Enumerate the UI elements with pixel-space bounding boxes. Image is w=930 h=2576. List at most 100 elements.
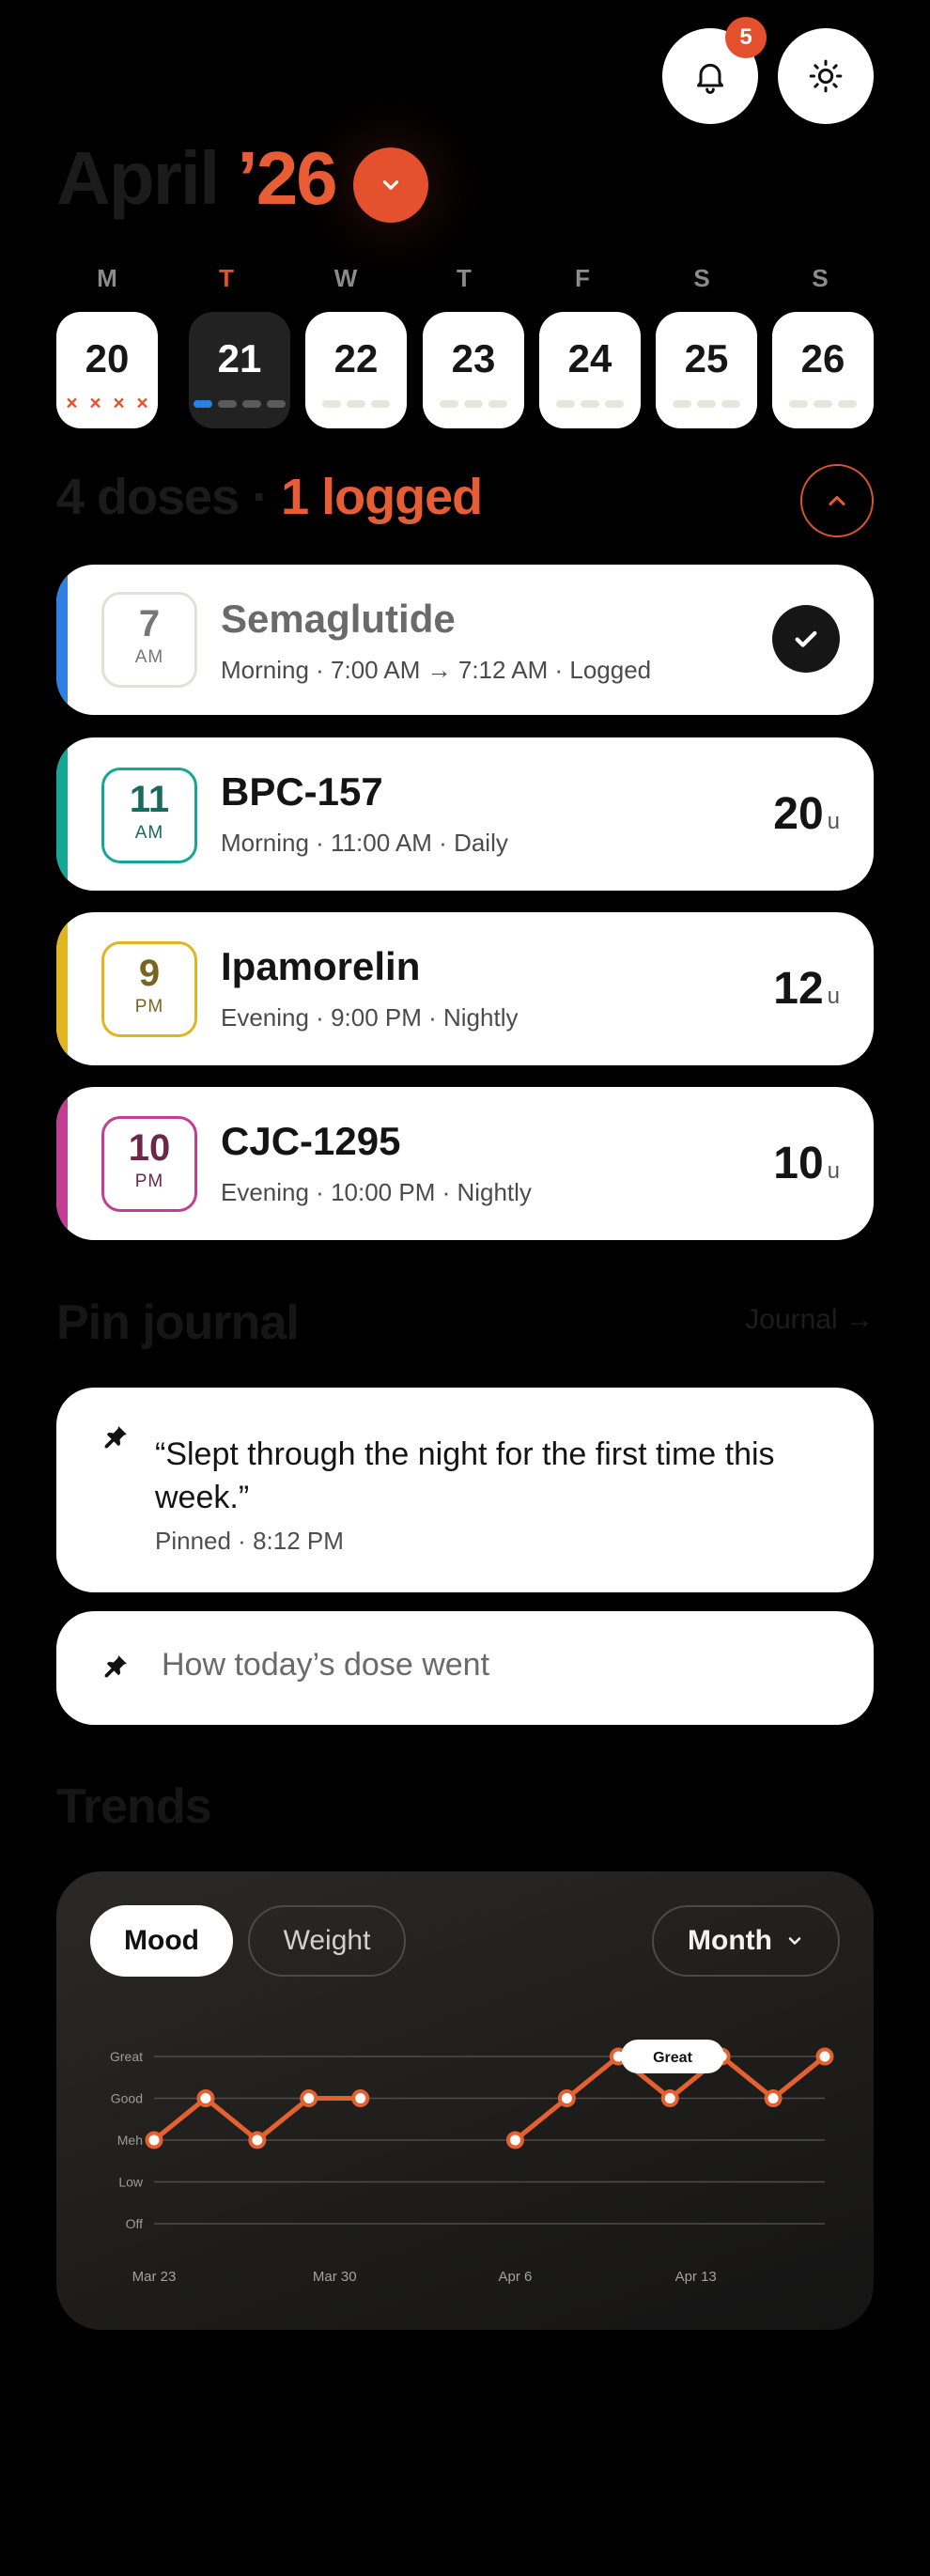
day-number: 20	[85, 336, 130, 380]
theme-toggle-button[interactable]	[778, 28, 874, 124]
x-tick-label: Apr 6	[499, 2269, 533, 2285]
day-cell[interactable]: 20 × × × ×	[56, 312, 158, 428]
dose-time-badge: 9 PM	[101, 941, 197, 1037]
trends-card: Mood Weight Month Off Low Meh Good Great Mar …	[56, 1871, 874, 2330]
x-tick-label: Mar 30	[313, 2269, 357, 2285]
day-number: 21	[217, 336, 262, 380]
dose-dot	[322, 400, 341, 408]
dose-name: Ipamorelin	[221, 944, 421, 988]
logged-check-button[interactable]	[772, 605, 840, 673]
weekday-label: W	[333, 264, 358, 292]
notification-badge: 5	[725, 17, 767, 58]
dose-amount-unit: u	[827, 809, 840, 834]
dose-pending-dot	[267, 400, 286, 408]
dose-dot	[697, 400, 716, 408]
dose-dots	[656, 395, 757, 408]
dose-color-stripe	[56, 565, 68, 715]
dose-time-badge: 11 AM	[101, 768, 197, 863]
weekday-label: F	[575, 264, 590, 292]
pinned-meta: Pinned · 8:12 PM	[155, 1527, 344, 1555]
pinned-quote: “Slept through the night for the first t…	[155, 1436, 775, 1515]
mood-chart: Off Low Meh Good Great Mar 23 Mar 30 Apr 6 Apr 1…	[110, 2040, 834, 2285]
month-title: April ’26	[56, 132, 338, 225]
dose-dot	[371, 400, 390, 408]
day-cell[interactable]: 26	[772, 312, 874, 428]
y-tick-label: Off	[126, 2216, 144, 2231]
pin-icon	[104, 1426, 127, 1449]
missed-marks: × × × ×	[56, 393, 158, 414]
dose-amount-value: 12	[773, 964, 824, 1014]
bell-icon	[697, 63, 723, 94]
dose-name: BPC-157	[221, 769, 383, 814]
missed-x-icon: ×	[113, 393, 125, 414]
dose-color-stripe	[56, 912, 68, 1065]
dose-amount: 12 u	[773, 963, 840, 1015]
weekday-label-today: T	[219, 264, 234, 292]
weekday-label: S	[693, 264, 710, 292]
dose-color-stripe	[56, 737, 68, 891]
day-cell[interactable]: 22	[305, 312, 407, 428]
doses-summary: 4 doses · 1 logged	[56, 468, 483, 526]
doses-count: 4 doses ·	[56, 469, 282, 525]
dose-logged-dot	[194, 400, 212, 408]
dose-card-cjc-1295[interactable]: 10 PM CJC-1295 Evening · 10:00 PM · Nigh…	[56, 1087, 874, 1240]
day-cell[interactable]: 24	[539, 312, 641, 428]
chevron-up-icon	[829, 495, 845, 506]
dose-detail: Evening · 10:00 PM · Nightly	[221, 1178, 532, 1206]
sun-icon	[809, 59, 843, 93]
month-year: ’26	[218, 136, 337, 220]
dose-dot	[838, 400, 857, 408]
dose-card-bpc-157[interactable]: 11 AM BPC-157 Morning · 11:00 AM · Daily…	[56, 737, 874, 891]
dose-amount: 10 u	[773, 1138, 840, 1189]
journal-link[interactable]: Journal →	[745, 1304, 874, 1336]
dose-ampm: AM	[134, 647, 164, 667]
dose-dot	[673, 400, 691, 408]
check-icon	[795, 630, 817, 647]
mood-tooltip-label: Great	[653, 2050, 692, 2066]
dose-hour: 7	[138, 603, 161, 644]
dose-time-badge: 7 AM	[101, 592, 197, 688]
mood-point	[196, 2089, 215, 2107]
dose-dot	[440, 400, 458, 408]
collapse-doses-button[interactable]	[800, 464, 874, 537]
day-cell-selected[interactable]: 21	[189, 312, 290, 428]
dose-ampm: AM	[134, 823, 164, 843]
mood-point	[351, 2089, 370, 2107]
mood-point	[505, 2131, 524, 2149]
missed-x-icon: ×	[136, 393, 148, 414]
dose-card-semaglutide[interactable]: 7 AM Semaglutide Morning · 7:00 AM → 7:1…	[56, 565, 874, 715]
weekday-label: T	[457, 264, 472, 292]
weekday-label: M	[97, 264, 117, 292]
mood-point	[145, 2131, 163, 2149]
dose-amount: 20 u	[773, 788, 840, 840]
dose-dot	[464, 400, 483, 408]
dose-dot	[581, 400, 599, 408]
chevron-down-icon	[382, 180, 399, 190]
y-tick-label: Low	[118, 2175, 144, 2190]
mood-point	[557, 2089, 576, 2107]
pin-icon	[104, 1655, 127, 1678]
dose-time-badge: 10 PM	[101, 1116, 197, 1212]
pinned-entry-card[interactable]: “Slept through the night for the first t…	[56, 1388, 874, 1592]
day-cell[interactable]: 25	[656, 312, 757, 428]
y-tick-label: Good	[111, 2091, 143, 2106]
dose-ampm: PM	[134, 1172, 164, 1191]
y-tick-label: Great	[110, 2049, 143, 2064]
dose-card-ipamorelin[interactable]: 9 PM Ipamorelin Evening · 9:00 PM · Nigh…	[56, 912, 874, 1065]
missed-x-icon: ×	[89, 393, 101, 414]
day-number: 22	[333, 336, 379, 380]
y-tick-label: Meh	[117, 2133, 143, 2148]
dose-pending-dot	[218, 400, 237, 408]
month-picker-button[interactable]	[353, 147, 428, 223]
dose-note-input[interactable]: How today’s dose went	[56, 1611, 874, 1725]
dose-color-stripe	[56, 1087, 68, 1240]
day-cell[interactable]: 23	[423, 312, 524, 428]
dose-note-placeholder: How today’s dose went	[162, 1647, 490, 1683]
dose-amount-value: 10	[773, 1139, 824, 1188]
mood-point	[248, 2131, 267, 2149]
dose-dot	[556, 400, 575, 408]
dose-amount-value: 20	[773, 789, 824, 839]
missed-x-icon: ×	[66, 393, 78, 414]
dose-amount-unit: u	[827, 984, 840, 1009]
dose-detail: Evening · 9:00 PM · Nightly	[221, 1003, 519, 1032]
